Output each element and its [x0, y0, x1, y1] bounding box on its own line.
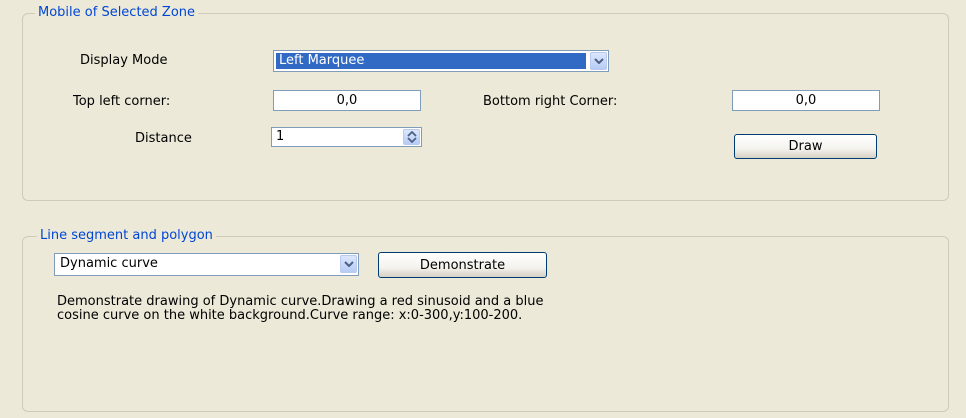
curve-description: Demonstrate drawing of Dynamic curve.Dra…	[57, 294, 544, 323]
distance-spinner[interactable]: 1	[271, 127, 422, 147]
zone-group-title: Mobile of Selected Zone	[35, 5, 199, 21]
top-left-label: Top left corner:	[73, 94, 171, 109]
top-left-field[interactable]: 0,0	[273, 90, 421, 111]
curve-type-select[interactable]: Dynamic curve	[54, 253, 359, 276]
display-mode-value: Left Marquee	[276, 53, 586, 69]
distance-label: Distance	[135, 131, 192, 146]
demonstrate-button[interactable]: Demonstrate	[378, 252, 547, 278]
chevron-down-icon[interactable]	[590, 52, 607, 70]
display-mode-label: Display Mode	[80, 53, 168, 68]
distance-value: 1	[276, 129, 285, 144]
chevron-down-icon[interactable]	[340, 255, 357, 273]
curve-type-value: Dynamic curve	[60, 256, 158, 271]
display-mode-select[interactable]: Left Marquee	[273, 50, 609, 72]
up-down-arrows-icon[interactable]	[403, 129, 420, 145]
bottom-right-label: Bottom right Corner:	[483, 94, 618, 109]
line-group-title: Line segment and polygon	[37, 228, 216, 244]
draw-button[interactable]: Draw	[734, 134, 877, 159]
bottom-right-field[interactable]: 0,0	[732, 90, 880, 111]
